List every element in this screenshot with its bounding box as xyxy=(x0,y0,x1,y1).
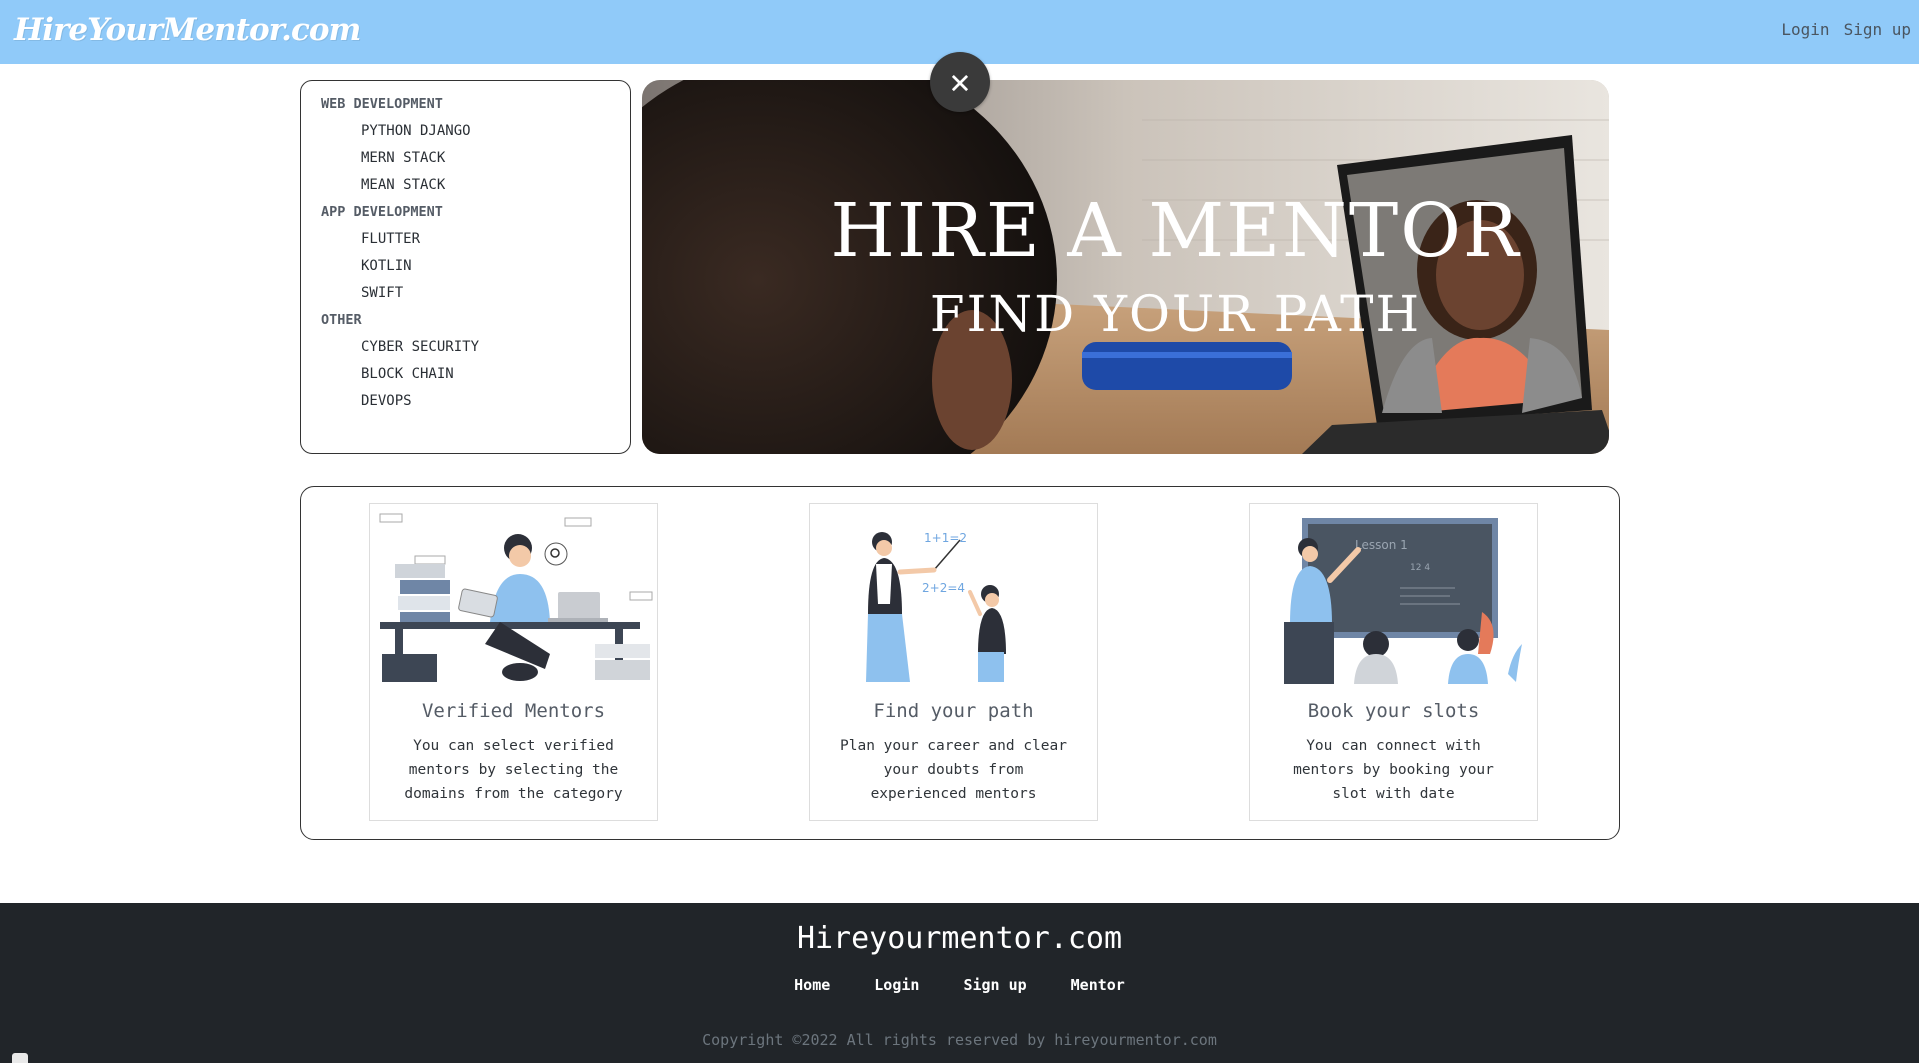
close-icon[interactable]: ✕ xyxy=(930,52,990,112)
category-item-mean-stack[interactable]: MEAN STACK xyxy=(321,172,630,199)
feature-text: You can connect with mentors by booking … xyxy=(1293,738,1494,802)
category-item-devops[interactable]: DEVOPS xyxy=(321,388,630,415)
svg-text:2+2=4: 2+2=4 xyxy=(922,581,965,595)
footer-nav: Home Login Sign up Mentor xyxy=(0,976,1919,994)
footer-title: Hireyourmentor.com xyxy=(796,921,1123,956)
footer: Hireyourmentor.com Home Login Sign up Me… xyxy=(0,903,1919,1063)
feature-text: Plan your career and clear your doubts f… xyxy=(840,738,1067,802)
category-item-mern-stack[interactable]: MERN STACK xyxy=(321,145,630,172)
footer-link-home[interactable]: Home xyxy=(794,976,830,994)
svg-text:12 4: 12 4 xyxy=(1410,563,1430,573)
teacher-student-illustration: 1+1=2 2+2=4 xyxy=(866,531,1006,682)
feature-card-verified-mentors: Verified Mentors You can select verified… xyxy=(369,503,658,821)
category-item-kotlin[interactable]: KOTLIN xyxy=(321,253,630,280)
category-app-development[interactable]: APP DEVELOPMENT xyxy=(321,199,630,226)
hero-banner: HIRE A MENTOR FIND YOUR PATH xyxy=(642,80,1609,454)
category-web-development[interactable]: WEB DEVELOPMENT xyxy=(321,91,630,118)
category-item-swift[interactable]: SWIFT xyxy=(321,280,630,307)
feature-text: You can select verified mentors by selec… xyxy=(404,738,623,802)
feature-card-book-your-slots: Lesson 1 12 4 Book your slots You can co… xyxy=(1249,503,1538,821)
header-nav: Login Sign up xyxy=(1781,20,1911,39)
category-item-cyber-security[interactable]: CYBER SECURITY xyxy=(321,334,630,361)
copyright-text: Copyright ©2022 All rights reserved by h… xyxy=(702,1031,1217,1049)
category-item-python-django[interactable]: PYTHON DJANGO xyxy=(321,118,630,145)
signup-link[interactable]: Sign up xyxy=(1844,20,1911,39)
svg-text:1+1=2: 1+1=2 xyxy=(924,531,967,545)
login-link[interactable]: Login xyxy=(1781,20,1829,39)
footer-link-login[interactable]: Login xyxy=(874,976,919,994)
feature-title: Verified Mentors xyxy=(421,700,606,722)
category-sidebar: WEB DEVELOPMENT PYTHON DJANGO MERN STACK… xyxy=(300,80,631,454)
category-item-flutter[interactable]: FLUTTER xyxy=(321,226,630,253)
classroom-illustration: Lesson 1 12 4 xyxy=(1284,518,1522,684)
brand-logo[interactable]: HireYourMentor.com xyxy=(14,12,361,48)
feature-card-find-your-path: 1+1=2 2+2=4 Find your path Plan your car… xyxy=(809,503,1098,821)
category-other[interactable]: OTHER xyxy=(321,307,630,334)
feature-title: Find your path xyxy=(873,700,1034,722)
footer-link-mentor[interactable]: Mentor xyxy=(1071,976,1125,994)
hero-subheading: FIND YOUR PATH xyxy=(929,285,1422,343)
mentor-desk-illustration xyxy=(379,513,653,682)
features-section: Verified Mentors You can select verified… xyxy=(300,486,1620,840)
svg-text:Lesson 1: Lesson 1 xyxy=(1355,538,1408,552)
feature-title: Book your slots xyxy=(1307,700,1480,722)
hero-heading: HIRE A MENTOR xyxy=(830,188,1521,274)
category-item-block-chain[interactable]: BLOCK CHAIN xyxy=(321,361,630,388)
widget-icon[interactable] xyxy=(12,1053,28,1063)
footer-link-signup[interactable]: Sign up xyxy=(963,976,1026,994)
